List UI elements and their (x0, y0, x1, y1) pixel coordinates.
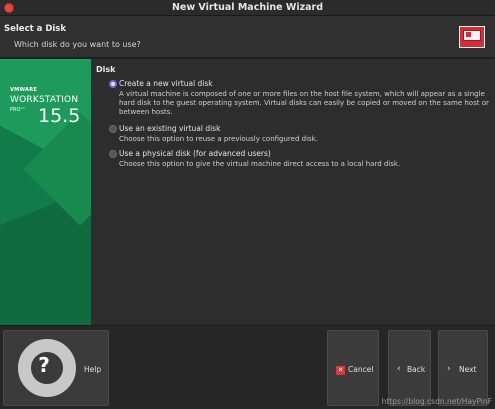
back-button[interactable]: ‹ Back (388, 330, 431, 406)
brand-edition: PRO™ (10, 107, 26, 113)
next-label: Next (459, 365, 477, 374)
disk-group-label: Disk (96, 65, 116, 74)
option-description: Choose this option to reuse a previously… (119, 135, 318, 143)
title-bar: New Virtual Machine Wizard (0, 0, 495, 16)
option-label[interactable]: Create a new virtual disk (119, 79, 213, 88)
vm-disk-icon (459, 26, 485, 48)
lifebuoy-icon: ? (18, 339, 76, 397)
brand-product: WORKSTATION (10, 95, 79, 105)
option-label[interactable]: Use a physical disk (for advanced users) (119, 149, 271, 158)
option-description: A virtual machine is composed of one or … (119, 90, 489, 116)
wizard-footer: ? Help ✕ Cancel ‹ Back › Next https://bl… (0, 325, 495, 409)
page-title: Select a Disk (4, 24, 67, 34)
window-title: New Virtual Machine Wizard (171, 2, 324, 13)
cancel-button[interactable]: ✕ Cancel (327, 330, 379, 406)
radio-physical-disk[interactable] (109, 150, 117, 158)
back-label: Back (407, 365, 426, 374)
chevron-left-icon: ‹ (397, 364, 401, 374)
help-label: Help (84, 365, 102, 374)
vmware-brand-panel: VMWARE WORKSTATION PRO™ 15.5 (0, 59, 91, 325)
radio-create-new-disk[interactable] (109, 80, 117, 88)
option-label[interactable]: Use an existing virtual disk (119, 124, 220, 133)
cancel-label: Cancel (348, 365, 374, 374)
brand-version: 15.5 (38, 105, 81, 127)
help-button[interactable]: ? Help (3, 330, 109, 406)
next-button[interactable]: › Next (438, 330, 488, 406)
wizard-header: Select a Disk Which disk do you want to … (0, 16, 495, 58)
cancel-icon: ✕ (336, 366, 345, 375)
brand-vendor: VMWARE (10, 87, 38, 93)
page-subtitle: Which disk do you want to use? (14, 40, 141, 49)
option-description: Choose this option to give the virtual m… (119, 160, 401, 168)
chevron-right-icon: › (447, 364, 451, 374)
watermark: https://blog.csdn.net/HayPinF (381, 397, 492, 406)
wizard-content: VMWARE WORKSTATION PRO™ 15.5 Disk Create… (0, 59, 495, 325)
radio-use-existing-disk[interactable] (109, 125, 117, 133)
